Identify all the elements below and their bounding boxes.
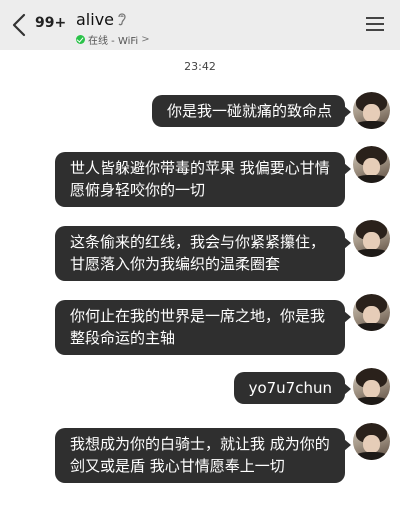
message-bubble[interactable]: 我想成为你的白骑士，就让我 成为你的剑又或是盾 我心甘情愿奉上一切 <box>55 428 351 483</box>
avatar[interactable] <box>353 92 390 129</box>
message-bubble[interactable]: 这条偷来的红线，我会与你紧紧攥住，甘愿落入你为我编织的温柔圈套 <box>55 226 351 281</box>
status-text: 在线 - WiFi <box>88 36 139 47</box>
status-chevron-icon: > <box>141 34 150 45</box>
message-row: 这条偷来的红线，我会与你紧紧攥住，甘愿落入你为我编织的温柔圈套 <box>55 220 390 281</box>
online-dot-icon <box>76 35 85 44</box>
message-row: 你是我一碰就痛的致命点 <box>151 92 390 129</box>
chat-timestamp: 23:42 <box>184 60 216 73</box>
chat-header: 99+ alive 在线 - WiFi > <box>0 0 400 50</box>
avatar[interactable] <box>353 423 390 460</box>
ear-icon <box>118 13 126 26</box>
message-row: yo7u7chun <box>233 368 390 405</box>
unread-count-badge[interactable]: 99+ <box>35 15 66 31</box>
avatar[interactable] <box>353 146 390 183</box>
message-bubble[interactable]: 你是我一碰就痛的致命点 <box>151 95 352 127</box>
message-bubble[interactable]: 你何止在我的世界是一席之地，你是我整段命运的主轴 <box>55 300 351 355</box>
hamburger-menu-icon[interactable] <box>366 17 384 32</box>
avatar[interactable] <box>353 220 390 257</box>
chevron-left-icon[interactable] <box>10 12 28 38</box>
avatar[interactable] <box>353 294 390 331</box>
avatar[interactable] <box>353 368 390 405</box>
online-status[interactable]: 在线 - WiFi > <box>76 32 150 47</box>
message-row: 你何止在我的世界是一席之地，你是我整段命运的主轴 <box>55 294 390 355</box>
message-bubble[interactable]: yo7u7chun <box>233 372 352 404</box>
contact-name[interactable]: alive <box>76 10 114 29</box>
message-row: 世人皆躲避你带毒的苹果 我偏要心甘情愿俯身轻咬你的一切 <box>55 146 390 207</box>
message-bubble[interactable]: 世人皆躲避你带毒的苹果 我偏要心甘情愿俯身轻咬你的一切 <box>55 152 351 207</box>
message-row: 我想成为你的白骑士，就让我 成为你的剑又或是盾 我心甘情愿奉上一切 <box>55 423 390 483</box>
